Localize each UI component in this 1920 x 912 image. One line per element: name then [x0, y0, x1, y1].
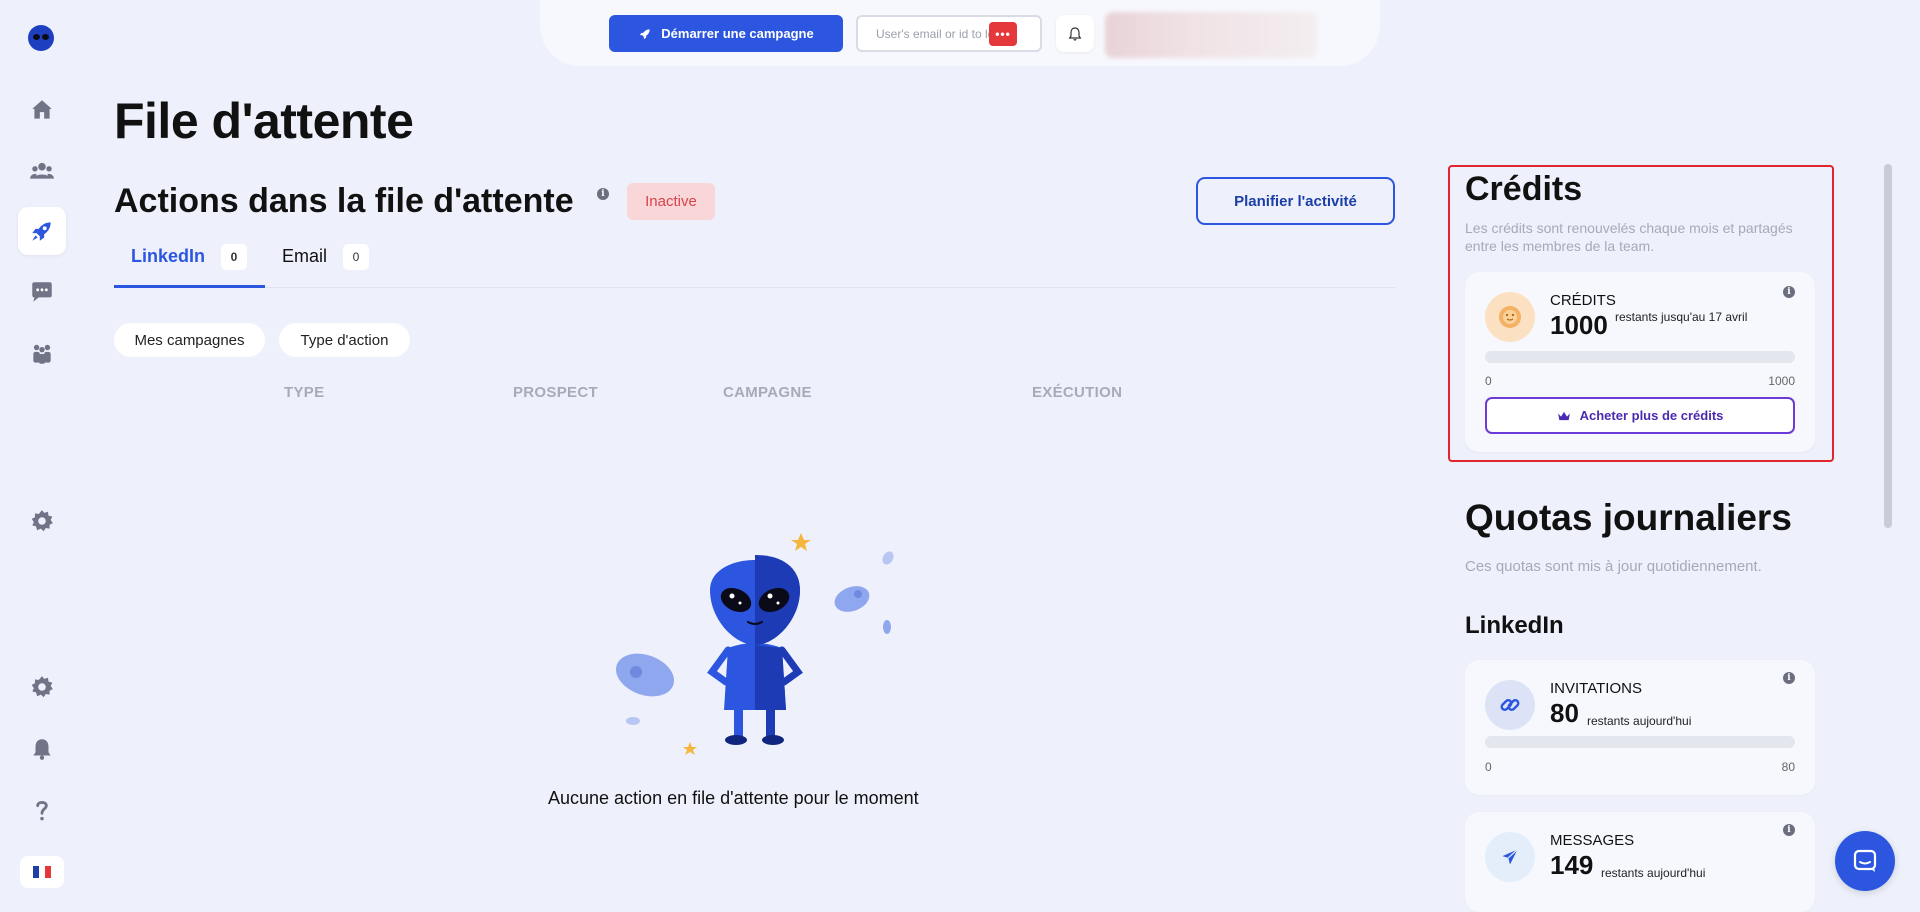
page-title: File d'attente: [114, 93, 414, 149]
sidebar: [0, 0, 84, 912]
tab-email[interactable]: Email 0: [282, 240, 392, 288]
messages-label: MESSAGES: [1550, 832, 1635, 849]
home-nav-button[interactable]: [18, 86, 66, 134]
home-icon: [32, 100, 52, 119]
status-badge: Inactive: [627, 183, 715, 220]
invitations-max: 80: [1781, 760, 1795, 774]
quotas-title: Quotas journaliers: [1465, 497, 1792, 538]
invitations-label: INVITATIONS: [1550, 680, 1642, 697]
question-icon: [36, 801, 48, 821]
plan-activity-button[interactable]: Planifier l'activité: [1196, 177, 1395, 225]
credits-card-label: CRÉDITS: [1550, 292, 1616, 309]
credits-max: 1000: [1768, 374, 1795, 388]
crown-icon: [1557, 411, 1570, 420]
bell-icon: [1068, 26, 1082, 41]
column-header-prospect[interactable]: PROSPECT: [513, 384, 598, 401]
team-icon: [33, 344, 51, 364]
notifications-nav-button[interactable]: [18, 725, 66, 773]
empty-state-alien-illustration: [615, 533, 894, 755]
tab-linkedin-label: LinkedIn: [131, 246, 206, 266]
section-title: Actions dans la file d'attente: [114, 182, 574, 220]
column-header-type[interactable]: TYPE: [284, 384, 324, 401]
help-nav-button[interactable]: [18, 786, 66, 834]
language-selector[interactable]: [20, 856, 64, 888]
tab-email-label: Email: [282, 246, 328, 266]
credits-value: 1000: [1550, 310, 1608, 340]
bell-icon: [33, 739, 51, 760]
contacts-nav-button[interactable]: [18, 147, 66, 195]
invitations-progress-bar: [1485, 736, 1795, 748]
column-header-execution[interactable]: EXÉCUTION: [1032, 384, 1122, 401]
info-icon[interactable]: i: [1783, 286, 1795, 298]
send-icon: [1485, 832, 1535, 882]
users-icon: [30, 162, 54, 179]
campaigns-nav-button[interactable]: [18, 207, 66, 255]
rocket-icon: [32, 222, 51, 241]
column-header-campaign[interactable]: CAMPAGNE: [723, 384, 812, 401]
team-nav-button[interactable]: [18, 330, 66, 378]
buy-credits-label: Acheter plus de crédits: [1579, 408, 1724, 423]
credits-card: CRÉDITS i 1000 restants jusqu'au 17 avri…: [1465, 272, 1815, 452]
filter-my-campaigns[interactable]: Mes campagnes: [114, 323, 265, 357]
password-manager-badge[interactable]: •••: [989, 22, 1017, 46]
tab-email-count: 0: [343, 244, 370, 270]
messages-remaining-text: restants aujourd'hui: [1601, 866, 1706, 880]
credits-progress-bar: [1485, 351, 1795, 363]
quotas-subtitle: Ces quotas sont mis à jour quotidienneme…: [1465, 558, 1762, 575]
queue-tabs: LinkedIn 0 Email 0: [114, 240, 1395, 288]
notifications-button[interactable]: [1056, 15, 1094, 52]
info-icon[interactable]: i: [1783, 824, 1795, 836]
tab-linkedin-count: 0: [221, 244, 248, 270]
invitations-value: 80: [1550, 698, 1579, 728]
coin-icon: [1485, 292, 1535, 342]
invitations-remaining-text: restants aujourd'hui: [1587, 714, 1692, 728]
user-profile-menu[interactable]: [1105, 12, 1317, 58]
start-campaign-button[interactable]: Démarrer une campagne: [609, 15, 843, 52]
tab-linkedin[interactable]: LinkedIn 0: [114, 240, 265, 288]
info-icon[interactable]: i: [1783, 672, 1795, 684]
account-settings-button[interactable]: [18, 663, 66, 711]
gear-icon: [31, 510, 53, 532]
quotas-linkedin-heading: LinkedIn: [1465, 612, 1564, 639]
page-scrollbar[interactable]: [1884, 164, 1892, 528]
credits-title: Crédits: [1465, 170, 1583, 208]
support-chat-button[interactable]: [1835, 831, 1895, 891]
buy-credits-button[interactable]: Acheter plus de crédits: [1485, 397, 1795, 434]
messages-value: 149: [1550, 850, 1594, 880]
link-icon: [1485, 680, 1535, 730]
chat-icon: [32, 282, 52, 302]
filter-action-type[interactable]: Type d'action: [279, 323, 410, 357]
rocket-icon: [640, 28, 650, 39]
chat-icon: [1853, 849, 1877, 872]
credits-subtitle: Les crédits sont renouvelés chaque mois …: [1465, 220, 1793, 254]
start-campaign-label: Démarrer une campagne: [661, 26, 814, 41]
messages-nav-button[interactable]: [18, 268, 66, 316]
credits-min: 0: [1485, 374, 1492, 388]
invitations-quota-card: INVITATIONS i 80 restants aujourd'hui 0 …: [1465, 660, 1815, 795]
settings-nav-button[interactable]: [18, 497, 66, 545]
empty-state-message: Aucune action en file d'attente pour le …: [548, 788, 919, 808]
messages-quota-card: MESSAGES i 149 restants aujourd'hui: [1465, 812, 1815, 912]
info-icon[interactable]: i: [597, 188, 609, 200]
app-logo-icon[interactable]: [28, 25, 54, 51]
invitations-min: 0: [1485, 760, 1492, 774]
credits-remaining-text: restants jusqu'au 17 avril: [1615, 310, 1748, 324]
gear-icon: [31, 676, 53, 698]
